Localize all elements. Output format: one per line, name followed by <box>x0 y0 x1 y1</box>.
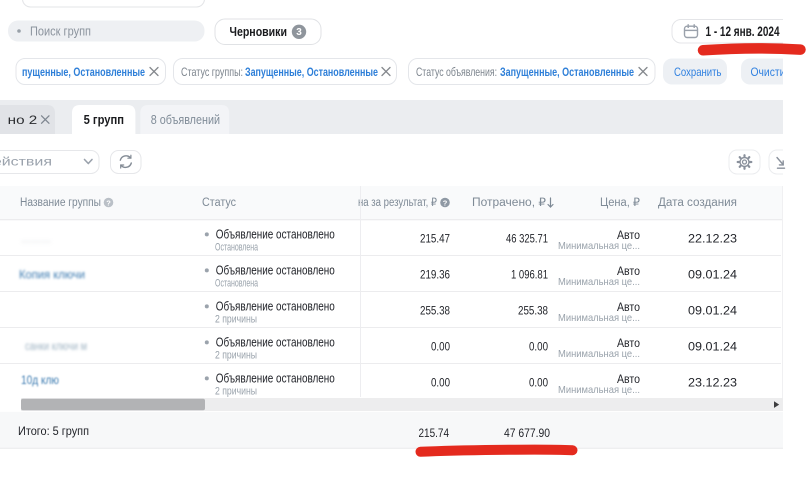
svg-text:2 причины: 2 причины <box>215 349 257 361</box>
svg-text:Запущенные, Остановленные: Запущенные, Остановленные <box>245 65 378 79</box>
svg-text:Остановлена: Остановлена <box>215 277 259 289</box>
svg-text:0.00: 0.00 <box>431 378 450 390</box>
svg-text:Минимальная це...: Минимальная це... <box>558 312 640 324</box>
svg-text:Сохранить: Сохранить <box>674 65 722 79</box>
svg-text:санки ключи м: санки ключи м <box>25 341 87 353</box>
svg-text:0.00: 0.00 <box>529 342 548 354</box>
svg-text:Объявление остановлено: Объявление остановлено <box>216 372 335 386</box>
svg-text:Поиск групп: Поиск групп <box>30 25 91 39</box>
svg-text:Действия: Действия <box>0 157 52 169</box>
svg-text:Копия ключи: Копия ключи <box>19 268 85 282</box>
svg-text:2 причины: 2 причины <box>215 313 257 325</box>
svg-text:пущенные, Остановленные: пущенные, Остановленные <box>22 65 145 79</box>
svg-text:219.36: 219.36 <box>420 270 450 282</box>
svg-text:1 096.81: 1 096.81 <box>511 270 548 282</box>
svg-text:Название группы: Название группы <box>20 197 101 209</box>
svg-text:255.38: 255.38 <box>518 306 548 318</box>
svg-text:Объявление остановлено: Объявление остановлено <box>216 228 335 242</box>
svg-text:Итого: 5 групп: Итого: 5 групп <box>18 426 89 438</box>
svg-text:Объявление остановлено: Объявление остановлено <box>216 300 335 314</box>
svg-text:215.74: 215.74 <box>419 428 450 440</box>
svg-text:46 325.71: 46 325.71 <box>506 234 548 246</box>
svg-text:22.12.23: 22.12.23 <box>688 234 737 246</box>
svg-text:Минимальная це...: Минимальная це... <box>558 276 640 288</box>
svg-text:Минимальная це...: Минимальная це... <box>558 348 640 360</box>
svg-text:Объявление остановлено: Объявление остановлено <box>216 264 335 278</box>
svg-text:0.00: 0.00 <box>431 342 450 354</box>
svg-text:на за результат, ₽: на за результат, ₽ <box>358 197 438 209</box>
svg-text:Черновики: Черновики <box>230 25 288 39</box>
svg-text:47 677.90: 47 677.90 <box>504 428 550 440</box>
svg-text:2 причины: 2 причины <box>215 385 257 397</box>
svg-text:Статус объявления:: Статус объявления: <box>416 65 497 79</box>
svg-text:………: ……… <box>21 234 51 246</box>
svg-text:23.12.23: 23.12.23 <box>688 378 737 390</box>
svg-text:?: ? <box>106 199 111 208</box>
svg-text:8 объявлений: 8 объявлений <box>151 113 220 127</box>
svg-text:Запущенные, Остановленные: Запущенные, Остановленные <box>500 65 634 79</box>
svg-text:?: ? <box>443 199 448 208</box>
svg-text:Статус: Статус <box>202 197 236 209</box>
svg-text:но 2: но 2 <box>8 113 38 127</box>
svg-text:5 групп: 5 групп <box>84 113 124 127</box>
svg-text:215.47: 215.47 <box>420 234 450 246</box>
svg-text:Остановлена: Остановлена <box>215 241 259 253</box>
svg-text:09.01.24: 09.01.24 <box>688 306 738 318</box>
svg-text:Минимальная це...: Минимальная це... <box>558 384 640 396</box>
svg-text:Дата создания: Дата создания <box>658 197 737 209</box>
svg-text:0.00: 0.00 <box>529 378 548 390</box>
svg-text:09.01.24: 09.01.24 <box>688 342 738 354</box>
svg-text:Потрачено, ₽: Потрачено, ₽ <box>472 197 547 209</box>
svg-text:Минимальная це...: Минимальная це... <box>558 240 640 252</box>
svg-text:3: 3 <box>296 27 302 38</box>
svg-text:Цена, ₽: Цена, ₽ <box>600 197 641 209</box>
svg-text:09.01.24: 09.01.24 <box>688 270 738 282</box>
svg-text:Статус группы:: Статус группы: <box>181 65 243 79</box>
svg-text:255.38: 255.38 <box>420 306 450 318</box>
svg-text:Объявление остановлено: Объявление остановлено <box>216 336 335 350</box>
svg-text:10д клю: 10д клю <box>21 373 59 387</box>
svg-text:1 - 12 янв. 2024: 1 - 12 янв. 2024 <box>706 24 780 39</box>
